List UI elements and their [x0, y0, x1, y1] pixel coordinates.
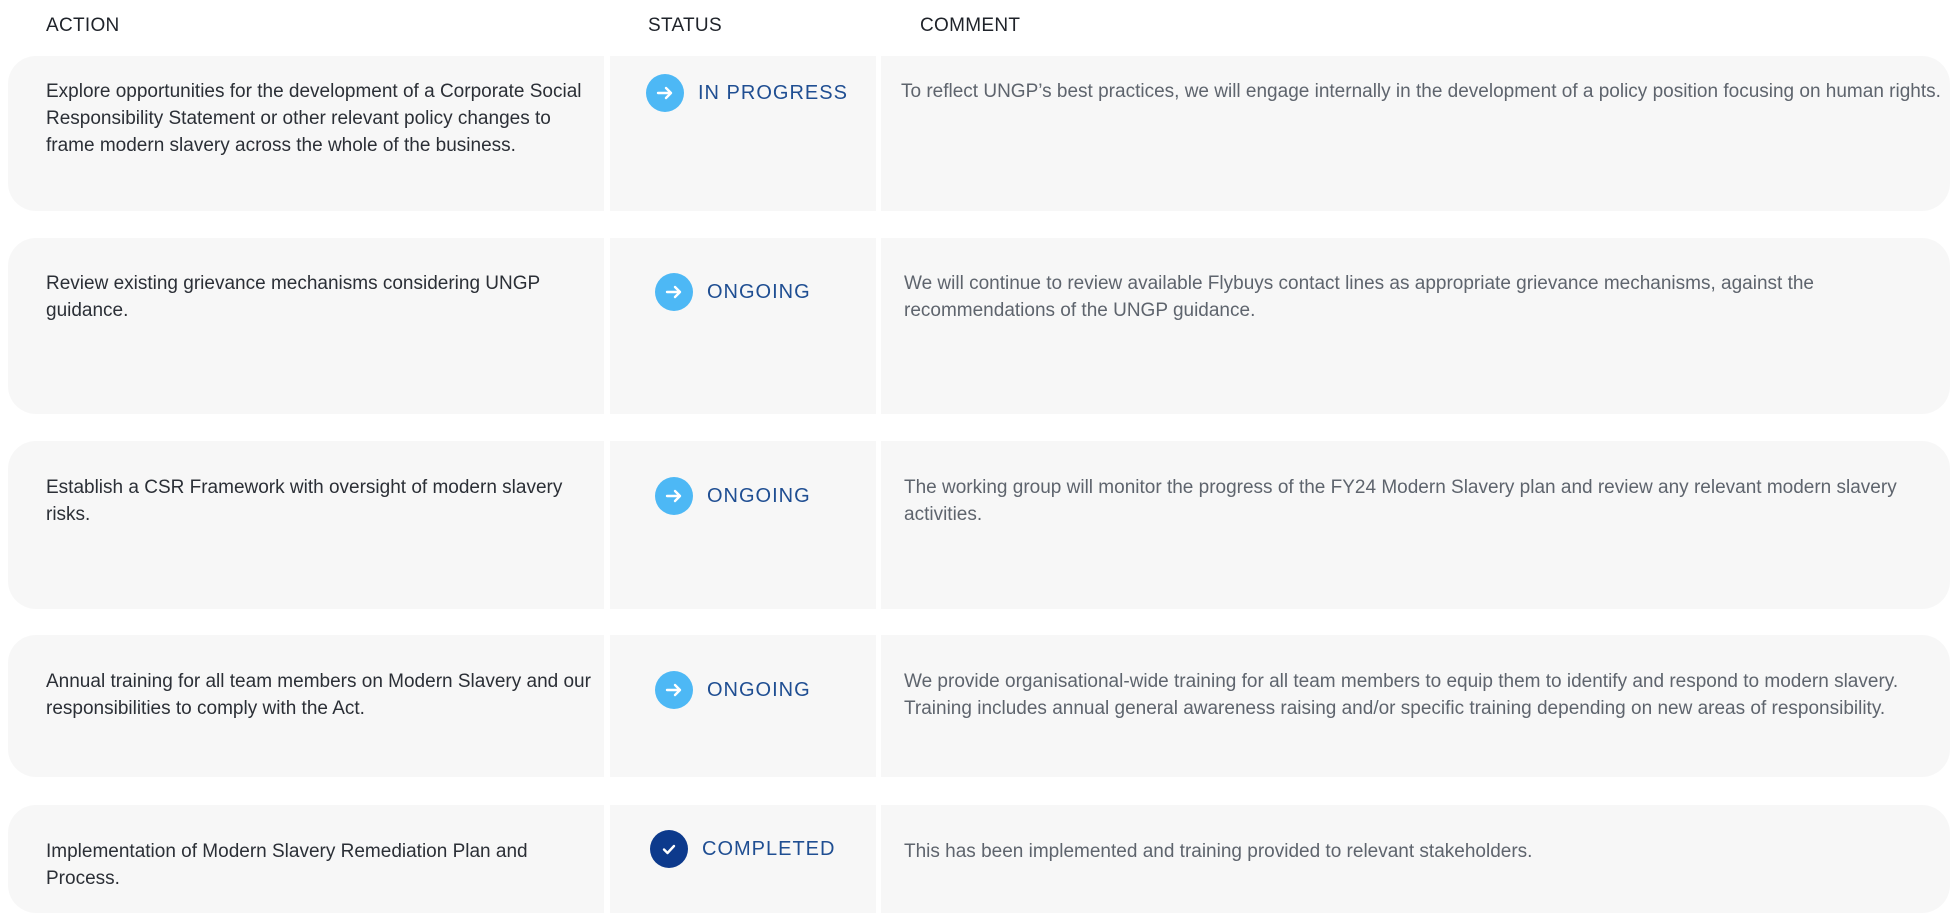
- arrow-right-icon: [655, 671, 693, 709]
- status-badge: ONGOING: [655, 671, 811, 709]
- comment-cell: The working group will monitor the progr…: [881, 441, 1950, 609]
- comment-cell: We provide organisational-wide training …: [881, 635, 1950, 777]
- column-header-status: STATUS: [648, 15, 722, 36]
- status-badge: COMPLETED: [650, 830, 835, 868]
- action-cell: Annual training for all team members on …: [8, 635, 604, 777]
- comment-text: We will continue to review available Fly…: [904, 273, 1814, 321]
- action-text: Review existing grievance mechanisms con…: [46, 273, 540, 321]
- comment-cell: We will continue to review available Fly…: [881, 238, 1950, 414]
- comment-text: To reflect UNGP’s best practices, we wil…: [901, 81, 1941, 102]
- action-text: Annual training for all team members on …: [46, 671, 591, 719]
- action-cell: Explore opportunities for the developmen…: [8, 56, 604, 211]
- table-row: Review existing grievance mechanisms con…: [8, 238, 1950, 414]
- column-header-action: ACTION: [46, 15, 120, 36]
- action-cell: Implementation of Modern Slavery Remedia…: [8, 805, 604, 913]
- action-text: Explore opportunities for the developmen…: [46, 81, 582, 156]
- action-text: Implementation of Modern Slavery Remedia…: [46, 841, 528, 889]
- status-label: IN PROGRESS: [698, 81, 848, 104]
- table-header: ACTION STATUS COMMENT: [0, 0, 1950, 52]
- status-badge: ONGOING: [655, 273, 811, 311]
- column-header-comment: COMMENT: [920, 15, 1021, 36]
- comment-text: The working group will monitor the progr…: [904, 477, 1897, 525]
- action-status-table: ACTION STATUS COMMENT Explore opportunit…: [0, 0, 1950, 913]
- arrow-right-icon: [655, 273, 693, 311]
- status-cell: COMPLETED: [610, 805, 876, 913]
- arrow-right-icon: [646, 74, 684, 112]
- status-cell: IN PROGRESS: [610, 56, 876, 211]
- table-row: Implementation of Modern Slavery Remedia…: [8, 805, 1950, 913]
- arrow-right-icon: [655, 477, 693, 515]
- status-label: ONGOING: [707, 280, 811, 303]
- status-cell: ONGOING: [610, 635, 876, 777]
- comment-text: We provide organisational-wide training …: [904, 671, 1899, 719]
- status-cell: ONGOING: [610, 238, 876, 414]
- status-label: COMPLETED: [702, 837, 836, 860]
- table-row: Explore opportunities for the developmen…: [8, 56, 1950, 211]
- status-label: ONGOING: [707, 678, 811, 701]
- table-row: Establish a CSR Framework with oversight…: [8, 441, 1950, 609]
- status-label: ONGOING: [707, 484, 811, 507]
- table-row: Annual training for all team members on …: [8, 635, 1950, 777]
- status-cell: ONGOING: [610, 441, 876, 609]
- check-icon: [650, 830, 688, 868]
- status-badge: IN PROGRESS: [646, 74, 848, 112]
- action-cell: Establish a CSR Framework with oversight…: [8, 441, 604, 609]
- comment-cell: This has been implemented and training p…: [881, 805, 1950, 913]
- comment-text: This has been implemented and training p…: [904, 841, 1533, 862]
- status-badge: ONGOING: [655, 477, 811, 515]
- comment-cell: To reflect UNGP’s best practices, we wil…: [881, 56, 1950, 211]
- action-text: Establish a CSR Framework with oversight…: [46, 477, 563, 525]
- action-cell: Review existing grievance mechanisms con…: [8, 238, 604, 414]
